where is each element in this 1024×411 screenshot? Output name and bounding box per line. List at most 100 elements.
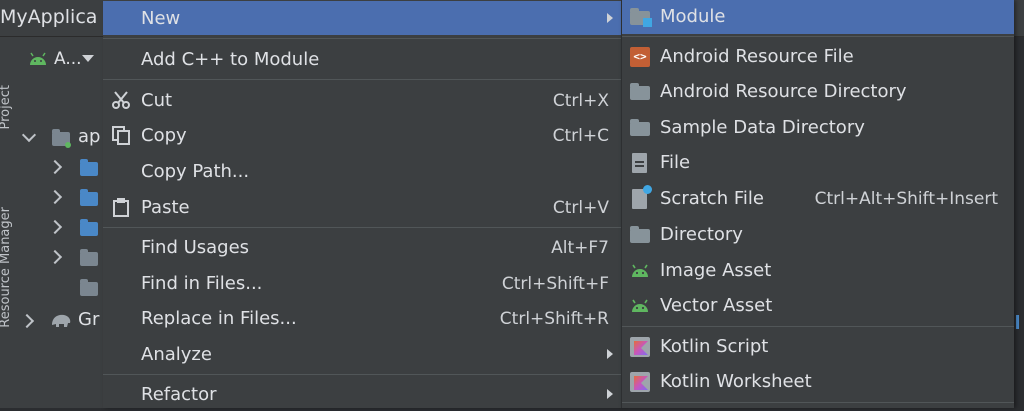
project-view-selector[interactable]: A... (14, 47, 104, 71)
android-icon (30, 52, 46, 65)
tree-item[interactable] (14, 155, 104, 179)
menu-separator (103, 38, 621, 39)
android-icon (632, 299, 648, 312)
submenu-item-directory[interactable]: Directory (622, 218, 1014, 252)
project-view-label: A... (54, 49, 82, 69)
menu-item-label: Paste (141, 197, 190, 218)
submenu-item-label: Directory (660, 224, 743, 245)
scratch-file-icon (632, 185, 652, 209)
file-icon (632, 153, 647, 173)
chevron-down-icon (21, 127, 37, 143)
tree-item[interactable] (14, 215, 104, 239)
submenu-item-label: Kotlin Script (660, 336, 769, 357)
menu-item-label: Add C++ to Module (141, 49, 320, 70)
folder-icon (630, 119, 650, 136)
res-folder-icon (80, 219, 98, 236)
menu-item-label: Replace in Files... (141, 308, 297, 329)
tree-item-label: Gr (78, 309, 100, 330)
module-icon (630, 8, 652, 27)
menu-item-shortcut: Ctrl+V (552, 198, 609, 218)
menu-separator (103, 374, 621, 375)
chevron-right-icon (47, 219, 63, 235)
menu-item-shortcut: Ctrl+X (552, 91, 609, 111)
menu-item-copy[interactable]: Copy Ctrl+C (103, 118, 621, 152)
submenu-item-kotlin-worksheet[interactable]: Kotlin Worksheet (622, 365, 1014, 399)
submenu-item-sample-data-directory[interactable]: Sample Data Directory (622, 111, 1014, 145)
submenu-item-module[interactable]: Module (622, 0, 1014, 34)
chevron-right-icon (47, 189, 63, 205)
menu-item-find-usages[interactable]: Find Usages Alt+F7 (103, 230, 621, 264)
tree-item-label: ap (78, 126, 101, 147)
submenu-item-android-resource-directory[interactable]: Android Resource Directory (622, 75, 1014, 109)
dropdown-caret-icon (82, 55, 94, 62)
menu-separator (103, 227, 621, 228)
submenu-item-file[interactable]: File (622, 146, 1014, 180)
menu-separator (622, 402, 1014, 403)
submenu-arrow-icon (607, 13, 613, 23)
chevron-right-icon (47, 159, 63, 175)
menu-item-label: Find in Files... (141, 273, 263, 294)
submenu-item-label: Scratch File (660, 188, 764, 209)
submenu-item-image-asset[interactable]: Image Asset (622, 254, 1014, 288)
new-submenu: Module <> Android Resource File Android … (621, 0, 1014, 408)
menu-item-analyze[interactable]: Analyze (103, 337, 621, 371)
submenu-item-label: Image Asset (660, 260, 772, 281)
menu-item-label: New (141, 8, 181, 29)
submenu-item-label: Android Resource File (660, 46, 854, 67)
gradle-elephant-icon (52, 314, 71, 327)
folder-icon (80, 249, 98, 266)
menu-item-shortcut: Alt+F7 (551, 238, 609, 258)
submenu-item-label: Android Resource Directory (660, 81, 907, 102)
menu-item-find-in-files[interactable]: Find in Files... Ctrl+Shift+F (103, 266, 621, 300)
module-badge-icon (65, 142, 71, 148)
android-icon (632, 264, 648, 277)
menu-item-refactor[interactable]: Refactor (103, 377, 621, 411)
submenu-item-kotlin-script[interactable]: Kotlin Script (622, 330, 1014, 364)
tree-item[interactable] (14, 275, 104, 299)
submenu-arrow-icon (607, 349, 613, 359)
menu-item-shortcut: Ctrl+Shift+F (501, 274, 609, 294)
project-tool-tab[interactable]: Project (0, 85, 13, 129)
menu-item-copy-path[interactable]: Copy Path... (103, 154, 621, 188)
menu-item-new[interactable]: New (103, 1, 621, 35)
menu-item-shortcut: Ctrl+Shift+R (499, 309, 609, 329)
tree-item[interactable] (14, 185, 104, 209)
editor-text-fragment (1016, 315, 1019, 329)
chevron-right-icon (19, 313, 35, 329)
android-resource-file-icon: <> (630, 47, 650, 67)
copy-icon (112, 126, 130, 145)
submenu-item-label: File (660, 152, 691, 173)
submenu-item-shortcut: Ctrl+Alt+Shift+Insert (814, 189, 998, 209)
scissors-icon (112, 91, 130, 109)
menu-item-label: Analyze (141, 344, 212, 365)
submenu-item-label: Vector Asset (660, 295, 773, 316)
submenu-item-scratch-file[interactable]: Scratch File Ctrl+Alt+Shift+Insert (622, 182, 1014, 216)
folder-icon (630, 226, 650, 243)
resource-manager-tool-tab[interactable]: Resource Manager (0, 207, 13, 328)
submenu-item-android-resource-file[interactable]: <> Android Resource File (622, 40, 1014, 74)
menu-separator (622, 326, 1014, 327)
submenu-item-label: Sample Data Directory (660, 117, 865, 138)
menu-separator (622, 36, 1014, 37)
clipboard-icon (113, 198, 129, 217)
menu-separator (103, 79, 621, 80)
submenu-arrow-icon (607, 389, 613, 399)
chevron-right-icon (47, 249, 63, 265)
left-tool-strip: Project Resource Manager (0, 37, 15, 408)
menu-item-cut[interactable]: Cut Ctrl+X (103, 83, 621, 117)
tree-item-app[interactable]: ap (14, 125, 104, 149)
tree-item[interactable] (14, 245, 104, 269)
project-tree: A... ap Gr (14, 37, 104, 408)
menu-item-shortcut: Ctrl+C (552, 126, 609, 146)
tree-item-gradle[interactable]: Gr (14, 309, 104, 333)
submenu-item-label: Module (660, 6, 726, 27)
submenu-item-label: Kotlin Worksheet (660, 371, 812, 392)
menu-item-paste[interactable]: Paste Ctrl+V (103, 190, 621, 224)
menu-item-replace-in-files[interactable]: Replace in Files... Ctrl+Shift+R (103, 301, 621, 335)
folder-icon (80, 279, 98, 296)
menu-item-label: Copy (141, 125, 187, 146)
folder-icon (630, 83, 650, 100)
submenu-item-vector-asset[interactable]: Vector Asset (622, 289, 1014, 323)
menu-item-add-cpp[interactable]: Add C++ to Module (103, 42, 621, 76)
menu-item-label: Find Usages (141, 237, 250, 258)
